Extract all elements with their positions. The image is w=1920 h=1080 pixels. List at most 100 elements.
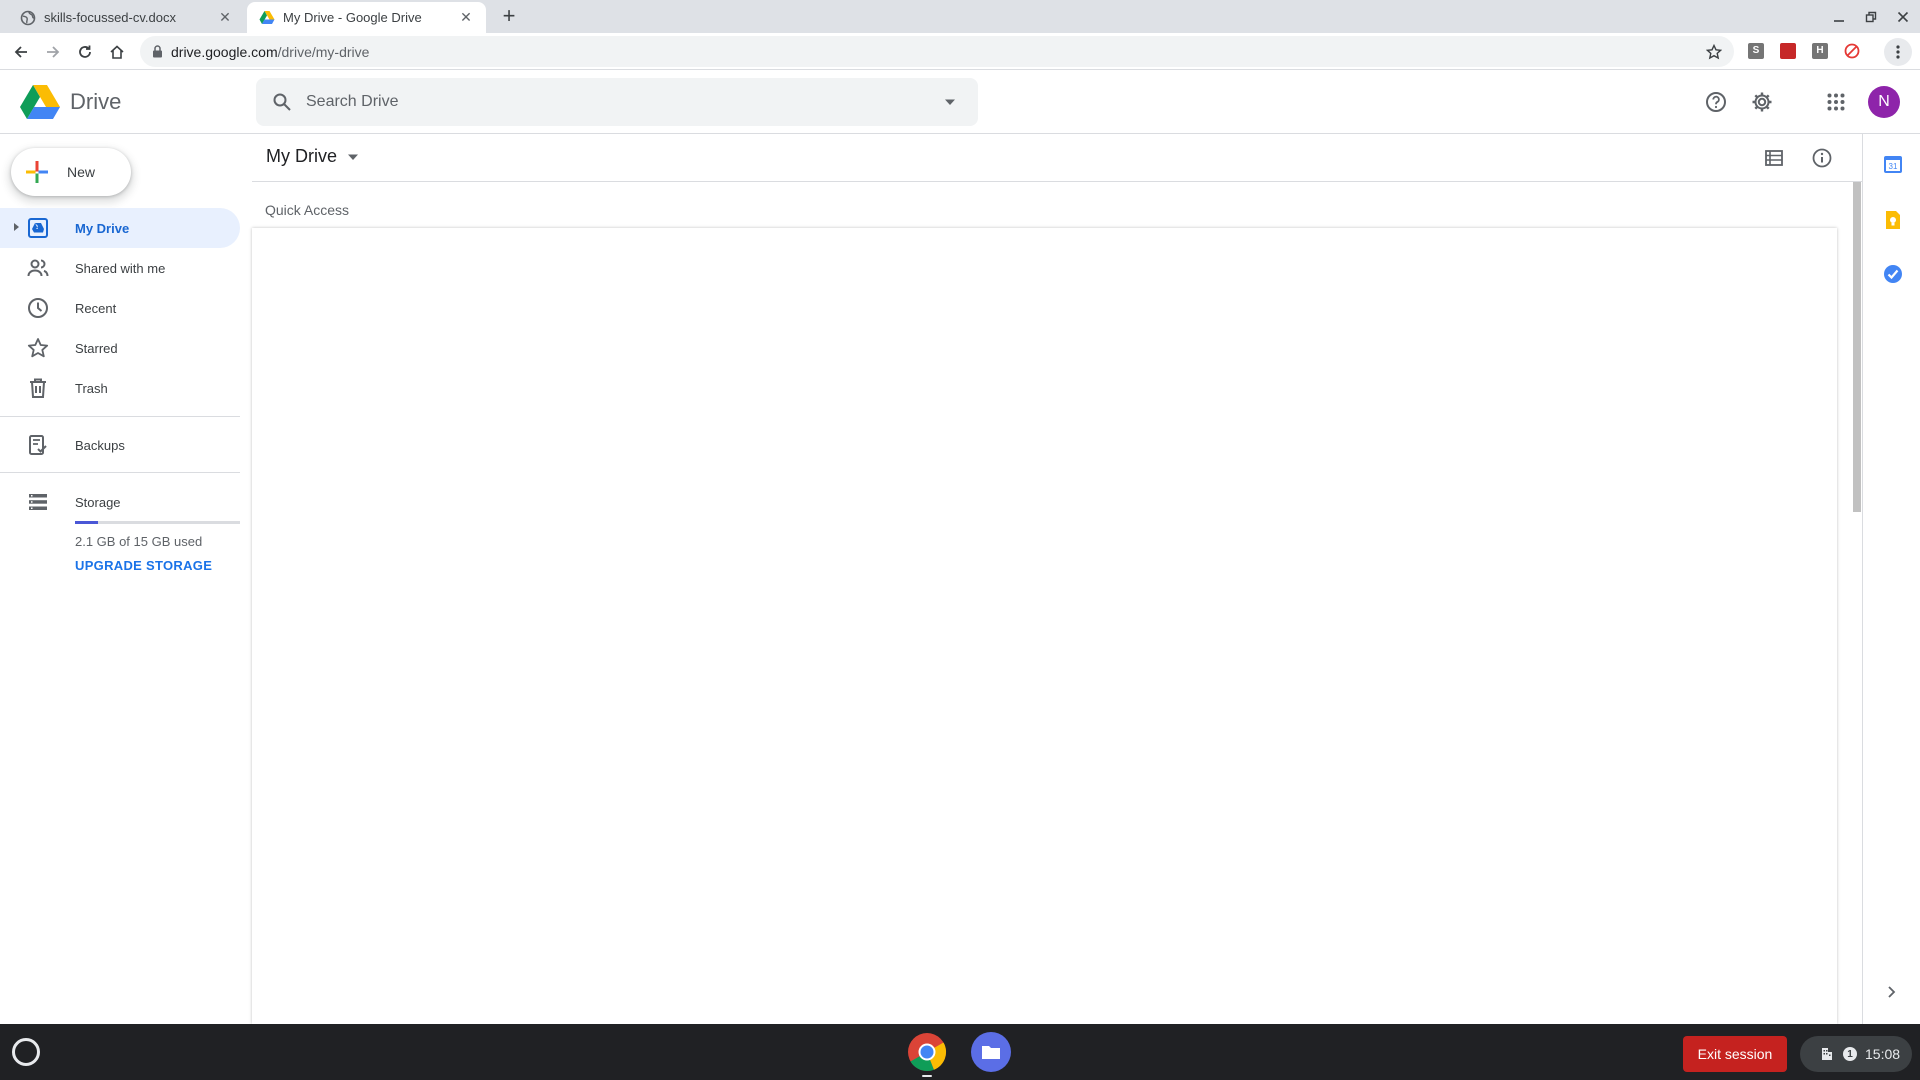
file-area: Quick Access <box>252 182 1862 1024</box>
sidebar-item-my-drive[interactable]: My Drive <box>0 208 240 248</box>
sidebar-item-starred[interactable]: Starred <box>0 328 240 368</box>
restore-icon[interactable] <box>1857 4 1885 30</box>
launcher-icon[interactable] <box>12 1038 40 1066</box>
notification-count-badge: 1 <box>1843 1047 1857 1061</box>
info-icon[interactable] <box>1810 146 1834 170</box>
globe-icon <box>20 10 36 25</box>
tab-title: skills-focussed-cv.docx <box>44 10 176 25</box>
chevron-down-icon <box>348 154 358 160</box>
clock-time: 15:08 <box>1865 1046 1901 1062</box>
os-shelf: Exit session 1 15:08 <box>0 1024 1920 1080</box>
storage-progress-fill <box>75 521 99 524</box>
expand-caret-icon[interactable] <box>12 222 20 232</box>
drive-header: Drive N <box>0 70 1920 134</box>
sidebar-item-label: Trash <box>75 380 108 396</box>
extension-red-icon[interactable] <box>1780 43 1796 59</box>
close-icon[interactable]: ✕ <box>215 8 235 28</box>
building-icon <box>1822 1048 1832 1060</box>
sidebar-item-label: Starred <box>75 340 118 356</box>
list-view-icon[interactable] <box>1762 146 1786 170</box>
drive-logo-icon <box>20 85 60 119</box>
main-titlebar: My Drive <box>252 134 1862 182</box>
extension-s-icon[interactable]: S <box>1748 43 1764 59</box>
search-options-icon[interactable] <box>944 96 956 108</box>
url-text: drive.google.com/drive/my-drive <box>171 44 369 60</box>
tasks-icon[interactable] <box>1883 264 1903 284</box>
home-icon[interactable] <box>104 39 130 65</box>
quick-access-panel <box>252 228 1837 1024</box>
sidebar-item-shared[interactable]: Shared with me <box>0 248 240 288</box>
drive-icon <box>259 10 275 24</box>
main-content: My Drive Quick Access <box>252 134 1862 1024</box>
address-bar[interactable]: drive.google.com/drive/my-drive <box>140 36 1734 67</box>
trash-icon <box>30 378 46 398</box>
avatar[interactable]: N <box>1868 86 1900 118</box>
page-title-dropdown[interactable]: My Drive <box>266 146 359 167</box>
new-tab-button[interactable]: + <box>498 5 520 28</box>
exit-session-button[interactable]: Exit session <box>1683 1036 1787 1072</box>
new-button[interactable]: New <box>11 148 131 196</box>
clock-icon <box>28 298 48 318</box>
page-title: My Drive <box>266 146 337 166</box>
files-app-icon[interactable] <box>971 1032 1011 1072</box>
plus-icon <box>26 161 48 183</box>
side-panel: 31 <box>1862 134 1920 1024</box>
sidebar-item-label: My Drive <box>75 220 130 236</box>
back-arrow-icon[interactable] <box>8 39 34 65</box>
sidebar-item-label: Storage <box>75 494 121 510</box>
tab-cv-doc[interactable]: skills-focussed-cv.docx ✕ <box>0 2 245 33</box>
search-icon[interactable] <box>272 92 292 112</box>
sidebar-item-recent[interactable]: Recent <box>0 288 240 328</box>
upgrade-storage-link[interactable]: UPGRADE STORAGE <box>75 558 212 573</box>
window-close-icon[interactable] <box>1889 4 1917 30</box>
search-bar[interactable] <box>256 78 978 126</box>
sidebar-item-backups[interactable]: Backups <box>0 425 240 465</box>
sidebar-divider <box>0 472 240 473</box>
tab-title: My Drive - Google Drive <box>283 10 422 25</box>
lock-icon <box>153 45 162 58</box>
drive-logo[interactable]: Drive <box>20 84 121 120</box>
sidebar-item-storage[interactable]: Storage <box>0 482 240 522</box>
calendar-icon[interactable]: 31 <box>1883 154 1903 174</box>
browser-menu-icon[interactable] <box>1884 38 1912 66</box>
calendar-day: 31 <box>1889 162 1898 171</box>
vertical-scrollbar[interactable] <box>1853 182 1861 512</box>
sidebar-item-trash[interactable]: Trash <box>0 368 240 408</box>
chevron-right-icon[interactable] <box>1887 986 1897 998</box>
forward-arrow-icon[interactable] <box>40 39 66 65</box>
tab-strip: skills-focussed-cv.docx ✕ My Drive - Goo… <box>0 0 1920 33</box>
storage-usage-text: 2.1 GB of 15 GB used <box>75 534 203 549</box>
browser-toolbar: drive.google.com/drive/my-drive S H <box>0 33 1920 70</box>
settings-gear-icon[interactable] <box>1742 82 1782 122</box>
url-path: /drive/my-drive <box>277 43 370 60</box>
app-name: Drive <box>70 89 122 114</box>
my-drive-icon <box>28 218 48 238</box>
extension-h-icon[interactable]: H <box>1812 43 1828 59</box>
shared-icon <box>27 259 49 277</box>
reload-icon[interactable] <box>72 39 98 65</box>
app-running-indicator <box>922 1075 932 1077</box>
minimize-icon[interactable] <box>1825 4 1853 30</box>
backup-icon <box>29 435 47 455</box>
bookmark-star-icon[interactable] <box>1706 43 1722 60</box>
apps-grid-icon[interactable] <box>1816 82 1856 122</box>
new-button-label: New <box>67 164 96 180</box>
chrome-app-icon[interactable] <box>907 1032 947 1077</box>
sidebar-item-label: Shared with me <box>75 260 166 276</box>
sidebar-item-label: Recent <box>75 300 117 316</box>
help-icon[interactable] <box>1696 82 1736 122</box>
search-input[interactable] <box>306 93 944 111</box>
sidebar-divider <box>0 416 240 417</box>
storage-progress-bar <box>75 521 240 524</box>
url-host: drive.google.com <box>171 43 278 60</box>
keep-icon[interactable] <box>1883 210 1903 230</box>
star-icon <box>27 338 49 358</box>
extension-blocker-icon[interactable] <box>1844 43 1860 59</box>
status-tray[interactable]: 1 15:08 <box>1800 1036 1912 1072</box>
storage-icon <box>29 494 47 510</box>
quick-access-heading: Quick Access <box>265 202 350 218</box>
close-icon[interactable]: ✕ <box>456 8 476 28</box>
tab-my-drive[interactable]: My Drive - Google Drive ✕ <box>247 2 486 33</box>
sidebar-item-label: Backups <box>75 437 125 453</box>
sidebar: New My Drive Shared with me Recent Starr… <box>0 134 252 1024</box>
